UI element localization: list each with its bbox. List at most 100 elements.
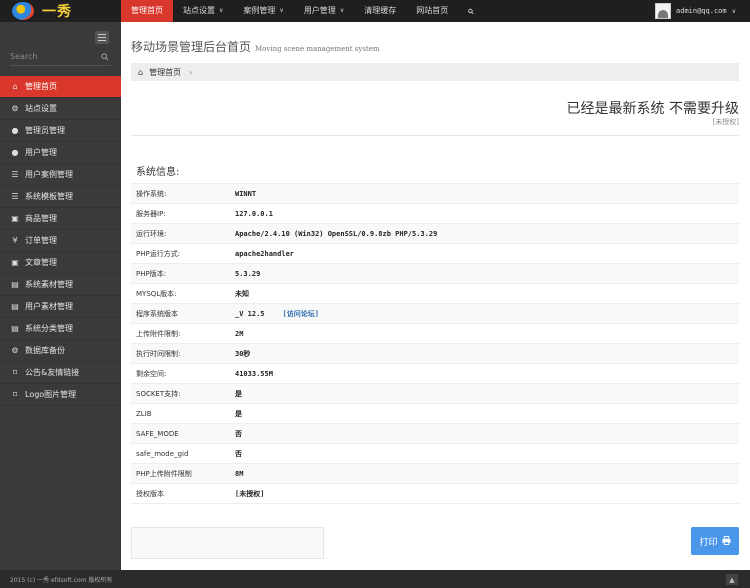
info-key: 执行时间限制: (136, 349, 181, 358)
list-icon: ☰ (11, 192, 19, 201)
sidebar-item-label: 系统模板管理 (25, 192, 73, 201)
nav-case-manage[interactable]: 案例管理 ∨ (233, 0, 293, 22)
upgrade-status: 已经是最新系统 不需要升级 (566, 101, 739, 117)
sidebar-toggle-button[interactable] (95, 31, 109, 44)
sidebar-menu: ⌂ 管理首页 ⚙ 站点设置 ● 管理员管理 ● 用户管理 ☰ 用户案例管理 ☰ 系统模板管理… (0, 76, 121, 406)
sidebar-item-home[interactable]: ⌂ 管理首页 (0, 76, 121, 98)
logo-text: 一秀 (42, 4, 72, 20)
info-key: 上传附件限制: (136, 329, 181, 338)
system-info-title: 系统信息: (136, 167, 180, 178)
chevron-down-icon: ∨ (339, 7, 345, 14)
sidebar-item-label: 管理首页 (25, 82, 57, 91)
sidebar-item-db-backup[interactable]: ⚙ 数据库备份 (0, 340, 121, 362)
user-menu[interactable]: admin@qq.com ∨ (655, 0, 750, 22)
info-value: 30秒 (235, 349, 251, 358)
license-status: [未授权] (712, 118, 739, 126)
nav-site-settings[interactable]: 站点设置 ∨ (173, 0, 233, 22)
table-row: 运行环境: Apache/2.4.10 (Win32) OpenSSL/0.9.8… (131, 223, 739, 243)
divider (131, 503, 739, 504)
info-key: 运行环境: (136, 229, 167, 238)
sidebar-item-templates[interactable]: ☰ 系统模板管理 (0, 186, 121, 208)
sidebar-item-products[interactable]: ▣ 商品管理 (0, 208, 121, 230)
sidebar-item-label: 站点设置 (25, 104, 57, 113)
nav-user-manage[interactable]: 用户管理 ∨ (294, 0, 354, 22)
breadcrumb: ⌂ 管理首页 › (131, 63, 739, 81)
print-label: 打印 (699, 537, 718, 548)
info-value: 5.3.29 (235, 269, 261, 278)
sidebar-item-system-assets[interactable]: ▤ 系统素材管理 (0, 274, 121, 296)
table-row: 程序系统版本 _V 12.5 [访问论坛] (131, 303, 739, 323)
sidebar-item-articles[interactable]: ▣ 文章管理 (0, 252, 121, 274)
briefcase-icon: ▤ (11, 324, 19, 333)
top-bar: 一秀 管理首页 站点设置 ∨ 案例管理 ∨ 用户管理 ∨ 清理缓存 网站首页 admi… (0, 0, 750, 22)
table-row: ZLIB 是 (131, 403, 739, 423)
printer-icon (721, 535, 731, 547)
info-value: Apache/2.4.10 (Win32) OpenSSL/0.9.8zb PH… (235, 229, 438, 238)
sidebar-item-site-settings[interactable]: ⚙ 站点设置 (0, 98, 121, 120)
sidebar-item-admins[interactable]: ● 管理员管理 (0, 120, 121, 142)
search-input[interactable] (10, 52, 95, 61)
info-value: 未知 (235, 289, 249, 298)
sidebar-item-label: 商品管理 (25, 214, 57, 223)
sidebar-item-label: 用户素材管理 (25, 302, 73, 311)
box-icon: ▣ (11, 258, 19, 267)
nav-home[interactable]: 管理首页 (121, 0, 173, 22)
sidebar-item-user-assets[interactable]: ▤ 用户素材管理 (0, 296, 121, 318)
cogs-icon: ⚙ (11, 104, 19, 113)
info-value: 否 (235, 429, 242, 438)
sidebar-item-label: 系统素材管理 (25, 280, 73, 289)
nav-label: 站点设置 (183, 6, 215, 15)
info-value: WINNT (235, 189, 257, 198)
user-name: admin@qq.com (676, 7, 727, 15)
sidebar-item-logo-images[interactable]: ⌑ Logo图片管理 (0, 384, 121, 406)
sidebar-item-notices-links[interactable]: ⌑ 公告&友情链接 (0, 362, 121, 384)
info-value: 127.0.0.1 (235, 209, 273, 218)
logo[interactable]: 一秀 (0, 0, 121, 22)
nav-label: 案例管理 (243, 6, 276, 15)
system-info-table: 操作系统: WINNT 服务器IP: 127.0.0.1 运行环境: Apache/2… (131, 183, 739, 503)
page-title: 移动场景管理后台首页 (131, 40, 252, 54)
info-value: 是 (235, 389, 242, 398)
sidebar-item-label: 管理员管理 (25, 126, 65, 135)
table-row: safe_mode_gid 否 (131, 443, 739, 463)
nav-label: 清理缓存 (364, 6, 397, 15)
sidebar-item-orders[interactable]: ¥ 订单管理 (0, 230, 121, 252)
nav-search-button[interactable] (458, 0, 484, 22)
chevron-up-icon: ▲ (729, 575, 735, 584)
user-icon: ● (11, 148, 19, 157)
home-icon: ⌂ (12, 82, 18, 91)
nav-label: 用户管理 (303, 6, 336, 15)
visit-forum-link[interactable]: [访问论坛] (283, 310, 319, 318)
briefcase-icon: ▤ (11, 302, 19, 311)
chevron-right-icon: › (189, 67, 193, 77)
chevron-down-icon: ∨ (219, 7, 224, 14)
info-key: 服务器IP: (136, 209, 166, 218)
footer-copyright: 2015 (c) 一秀 efdsoft.com 版权所有 (10, 576, 113, 584)
nav-site-home[interactable]: 网站首页 (406, 0, 458, 22)
sidebar-search (10, 52, 111, 66)
info-key: PHP运行方式: (136, 249, 181, 258)
sidebar-item-categories[interactable]: ▤ 系统分类管理 (0, 318, 121, 340)
info-key: safe_mode_gid (136, 449, 189, 458)
sidebar-item-label: 用户管理 (25, 148, 57, 157)
info-value: 41033.55M (235, 369, 273, 378)
table-row: 授权版本 [未授权] (131, 483, 739, 503)
sidebar-item-label: 系统分类管理 (25, 324, 73, 333)
sidebar-item-label: 文章管理 (25, 258, 57, 267)
scroll-top-button[interactable]: ▲ (726, 574, 738, 585)
divider (131, 135, 739, 136)
search-icon[interactable] (101, 53, 109, 63)
nav-clear-cache[interactable]: 清理缓存 (354, 0, 406, 22)
info-key: MYSQL版本: (136, 289, 177, 298)
page-header: 移动场景管理后台首页 Moving scene management system (131, 38, 380, 55)
info-key: 剩余空间: (136, 369, 167, 378)
briefcase-icon: ▤ (11, 280, 19, 289)
sidebar-item-label: 订单管理 (25, 236, 57, 245)
sidebar-item-user-cases[interactable]: ☰ 用户案例管理 (0, 164, 121, 186)
print-button[interactable]: 打印 (691, 527, 739, 555)
breadcrumb-home-link[interactable]: 管理首页 (149, 67, 181, 78)
table-row: SAFE_MODE 否 (131, 423, 739, 443)
sidebar-item-users[interactable]: ● 用户管理 (0, 142, 121, 164)
info-key: PHP版本: (136, 269, 167, 278)
yen-icon: ¥ (12, 236, 18, 245)
